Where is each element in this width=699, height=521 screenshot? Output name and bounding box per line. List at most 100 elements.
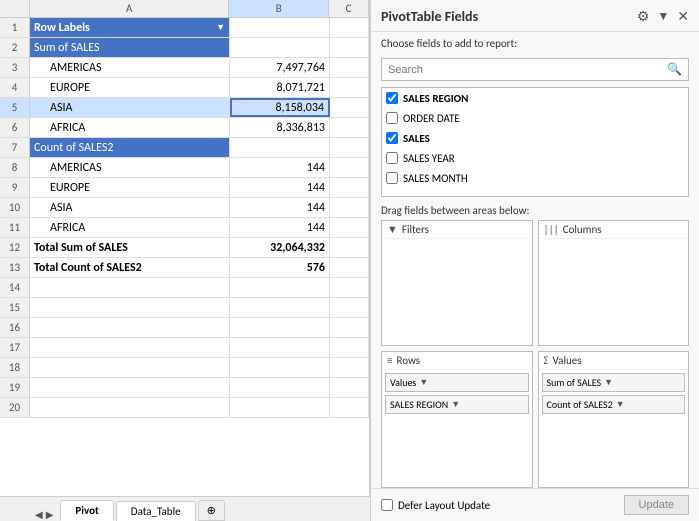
field-item-order-date[interactable]: ORDER DATE (382, 108, 688, 128)
table-row: 6 AFRICA 8,336,813 (0, 118, 369, 138)
gear-icon[interactable]: ⚙ (637, 8, 650, 25)
row-tag-sales-region-dropdown[interactable]: ▼ (451, 399, 460, 410)
close-icon[interactable]: ✕ (677, 8, 689, 25)
update-button[interactable]: Update (624, 495, 689, 515)
cell-a18 (30, 358, 230, 377)
cell-b7 (230, 138, 330, 157)
pivot-panel-title: PivotTable Fields (381, 8, 478, 25)
field-checkbox-sales[interactable] (386, 132, 398, 144)
cell-a3: AMERICAS (30, 58, 230, 77)
table-row: 8 AMERICAS 144 (0, 158, 369, 178)
tab-add-button[interactable]: ⊕ (198, 500, 225, 521)
row-tag-values-dropdown[interactable]: ▼ (419, 377, 428, 388)
drag-area-columns-header: ||| Columns (539, 221, 689, 239)
drag-area-values: Σ Values Sum of SALES ▼ Count of SALES2 … (538, 351, 690, 489)
columns-label: Columns (563, 223, 602, 236)
cell-b11: 144 (230, 218, 330, 237)
field-label-sales: SALES (403, 132, 430, 145)
values-label: Values (553, 354, 582, 367)
field-item-sales[interactable]: SALES (382, 128, 688, 148)
cell-c19 (330, 378, 369, 397)
row-number: 4 (0, 78, 30, 97)
field-checkbox-sales-year[interactable] (386, 152, 398, 164)
scroll-left-icon[interactable]: ◀ (35, 508, 43, 521)
cell-a16 (30, 318, 230, 337)
values-body: Sum of SALES ▼ Count of SALES2 ▼ (539, 370, 689, 417)
table-row: 4 EUROPE 8,071,721 (0, 78, 369, 98)
cell-a10: ASIA (30, 198, 230, 217)
search-input[interactable] (388, 64, 667, 76)
value-tag-sum-sales[interactable]: Sum of SALES ▼ (542, 373, 686, 392)
row-number: 10 (0, 198, 30, 217)
drag-area-filters-header: ▼ Filters (382, 221, 532, 239)
row-number: 20 (0, 398, 30, 417)
row-number: 15 (0, 298, 30, 317)
row-number: 7 (0, 138, 30, 157)
cell-c9 (330, 178, 369, 197)
col-header-rownum (0, 0, 30, 17)
row-number: 12 (0, 238, 30, 257)
pivot-header-icons: ⚙ ▼ ✕ (637, 8, 689, 25)
row-tag-values[interactable]: Values ▼ (385, 373, 529, 392)
rows-icon: ≡ (387, 354, 392, 367)
pivot-bottom: Defer Layout Update Update (371, 488, 699, 521)
col-header-b: B (229, 0, 329, 17)
table-row: 1 Row Labels ▼ (0, 18, 369, 38)
defer-layout-label: Defer Layout Update (398, 499, 490, 512)
value-tag-count-sales2-label: Count of SALES2 (547, 398, 613, 411)
value-tag-count-sales2-dropdown[interactable]: ▼ (616, 399, 625, 410)
cell-a20 (30, 398, 230, 417)
cell-a9: EUROPE (30, 178, 230, 197)
cell-c11 (330, 218, 369, 237)
row-number: 14 (0, 278, 30, 297)
cell-a12: Total Sum of SALES (30, 238, 230, 257)
field-label-sales-year: SALES YEAR (403, 152, 455, 165)
value-tag-count-sales2[interactable]: Count of SALES2 ▼ (542, 395, 686, 414)
field-item-sales-month[interactable]: SALES MONTH (382, 168, 688, 188)
value-tag-sum-sales-dropdown[interactable]: ▼ (604, 377, 613, 388)
field-checkbox-sales-month[interactable] (386, 172, 398, 184)
cell-c15 (330, 298, 369, 317)
dropdown-arrow-icon[interactable]: ▼ (216, 22, 225, 33)
filters-label: Filters (402, 223, 429, 236)
field-item-sales-year[interactable]: SALES YEAR (382, 148, 688, 168)
cell-b5[interactable]: 8,158,034 (230, 98, 330, 117)
chevron-down-icon[interactable]: ▼ (657, 9, 669, 24)
cell-b6: 8,336,813 (230, 118, 330, 137)
cell-c10 (330, 198, 369, 217)
cell-b16 (230, 318, 330, 337)
cell-a11: AFRICA (30, 218, 230, 237)
cell-b8: 144 (230, 158, 330, 177)
cell-b18 (230, 358, 330, 377)
cell-a19 (30, 378, 230, 397)
table-row: 10 ASIA 144 (0, 198, 369, 218)
table-row: 5 ASIA 8,158,034 (0, 98, 369, 118)
table-row: 18 (0, 358, 369, 378)
table-row: 12 Total Sum of SALES 32,064,332 (0, 238, 369, 258)
row-number: 5 (0, 98, 30, 117)
pivot-panel-header: PivotTable Fields ⚙ ▼ ✕ (371, 0, 699, 32)
defer-layout-checkbox[interactable] (381, 499, 393, 511)
spreadsheet-body: 1 Row Labels ▼ 2 Sum of SALES 3 AMERICAS… (0, 18, 369, 496)
field-label-order-date: ORDER DATE (403, 112, 460, 125)
cell-a1: Row Labels ▼ (30, 18, 230, 37)
field-checkbox-sales-region[interactable] (386, 92, 398, 104)
drag-area-rows: ≡ Rows Values ▼ SALES REGION ▼ (381, 351, 533, 489)
row-number: 8 (0, 158, 30, 177)
row-number: 18 (0, 358, 30, 377)
col-header-c: C (329, 0, 369, 17)
row-tag-values-label: Values (390, 376, 416, 389)
cell-a17 (30, 338, 230, 357)
tab-data-table[interactable]: Data_Table (116, 501, 196, 521)
row-tag-sales-region-label: SALES REGION (390, 398, 448, 411)
cell-c13 (330, 258, 369, 277)
scroll-right-icon[interactable]: ▶ (46, 508, 54, 521)
tab-pivot[interactable]: Pivot (60, 500, 113, 521)
row-number: 3 (0, 58, 30, 77)
cell-c16 (330, 318, 369, 337)
field-checkbox-order-date[interactable] (386, 112, 398, 124)
row-tag-sales-region[interactable]: SALES REGION ▼ (385, 395, 529, 414)
field-item-sales-region[interactable]: SALES REGION (382, 88, 688, 108)
cell-b14 (230, 278, 330, 297)
row-number: 16 (0, 318, 30, 337)
